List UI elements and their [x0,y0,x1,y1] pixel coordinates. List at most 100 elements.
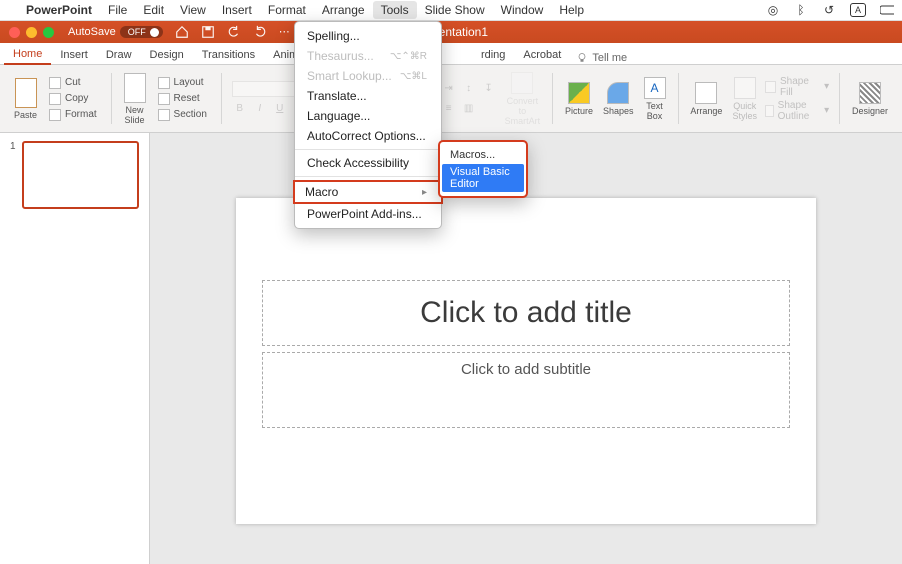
shapes-button[interactable]: Shapes [601,82,636,116]
menu-separator [295,176,441,177]
menu-language[interactable]: Language... [295,106,441,126]
picture-button[interactable]: Picture [563,82,595,116]
zoom-window-button[interactable] [43,27,54,38]
cut-button[interactable]: Cut [45,76,101,90]
format-painter-button[interactable]: Format [45,108,101,122]
title-placeholder[interactable]: Click to add title [262,280,790,346]
quick-styles-label: Quick Styles [732,101,757,121]
history-icon[interactable]: ↺ [822,3,836,17]
thumbnail-number: 1 [10,141,16,209]
arrange-button[interactable]: Arrange [688,82,724,116]
menubar-format[interactable]: Format [260,1,314,19]
new-slide-button[interactable]: New Slide [122,73,148,125]
shape-fill-button[interactable]: Shape Fill▾ [765,76,829,98]
menubar-view[interactable]: View [172,1,214,19]
menu-check-accessibility[interactable]: Check Accessibility [295,153,441,173]
slide[interactable]: Click to add title Click to add subtitle [236,198,816,524]
menubar-tools[interactable]: Tools [373,1,417,19]
menu-addins[interactable]: PowerPoint Add-ins... [295,204,441,224]
layout-icon [158,77,170,89]
menu-translate[interactable]: Translate... [295,86,441,106]
menubar-insert[interactable]: Insert [214,1,260,19]
tab-design[interactable]: Design [141,45,193,64]
textbox-button[interactable]: AText Box [642,77,668,121]
submenu-macros[interactable]: Macros... [440,146,526,164]
copy-button[interactable]: Copy [45,92,101,106]
tab-recording-partial[interactable]: rding [472,45,514,64]
line-spacing-button[interactable]: ↕ [461,81,477,97]
menu-thesaurus-shortcut: ⌥⌃⌘R [390,51,427,62]
home-icon[interactable] [175,25,189,39]
save-icon[interactable] [201,25,215,39]
menu-separator [295,149,441,150]
quick-styles-button[interactable]: Quick Styles [730,77,759,121]
menu-autocorrect[interactable]: AutoCorrect Options... [295,126,441,146]
menu-thesaurus-label: Thesaurus... [307,49,374,63]
battery-icon[interactable] [880,3,894,17]
menu-spelling-label: Spelling... [307,29,360,43]
more-icon[interactable]: ⋯ [279,25,293,39]
slide-thumbnails-pane[interactable]: 1 [0,133,150,564]
tab-insert[interactable]: Insert [51,45,97,64]
tab-home[interactable]: Home [4,44,51,65]
section-button[interactable]: Section [154,108,211,122]
bulb-icon [576,52,588,64]
minimize-window-button[interactable] [26,27,37,38]
text-direction-button[interactable]: ↧ [481,81,497,97]
reset-label: Reset [174,93,200,104]
traffic-lights [0,27,54,38]
clipboard-icon [15,78,37,108]
menubar-slideshow[interactable]: Slide Show [417,1,493,19]
bold-button[interactable]: B [232,101,248,117]
section-label: Section [174,109,207,120]
tab-draw[interactable]: Draw [97,45,141,64]
input-source-icon[interactable]: A [850,3,866,17]
undo-icon[interactable] [227,25,241,39]
submenu-vbe[interactable]: Visual Basic Editor [442,164,524,192]
menu-spelling[interactable]: Spelling... [295,26,441,46]
menubar-app[interactable]: PowerPoint [18,1,100,19]
reset-button[interactable]: Reset [154,92,211,106]
menubar-edit[interactable]: Edit [135,1,172,19]
shape-outline-button[interactable]: Shape Outline▾ [765,100,829,122]
designer-icon [859,82,881,104]
airdrop-icon[interactable]: ◎ [766,3,780,17]
new-slide-label: New Slide [125,105,145,125]
slide-canvas-area[interactable]: Click to add title Click to add subtitle [150,133,902,564]
thumbnail-preview[interactable] [22,141,139,209]
autosave-dot-icon [150,28,159,37]
justify-button[interactable]: ≡ [441,101,457,117]
thumbnail-item[interactable]: 1 [10,141,139,209]
shapes-icon [607,82,629,104]
menu-macro[interactable]: Macro▸ [293,180,443,204]
close-window-button[interactable] [9,27,20,38]
tell-me-search[interactable]: Tell me [576,52,627,64]
fill-icon [765,81,776,93]
menubar-window[interactable]: Window [493,1,552,19]
columns-button[interactable]: ▥ [461,101,477,117]
autosave-toggle[interactable]: AutoSave OFF [68,26,163,38]
arrange-label: Arrange [690,106,722,116]
subtitle-placeholder[interactable]: Click to add subtitle [262,352,790,428]
menubar-file[interactable]: File [100,1,135,19]
autosave-state: OFF [128,27,146,37]
menu-translate-label: Translate... [307,89,367,103]
tab-transitions[interactable]: Transitions [193,45,264,64]
textbox-label: Text Box [646,101,663,121]
convert-smartart-button[interactable]: Convert to SmartArt [503,72,543,126]
ribbon: Paste Cut Copy Format New Slide Layout R… [0,65,902,133]
italic-button[interactable]: I [252,101,268,117]
menu-addins-label: PowerPoint Add-ins... [307,207,422,221]
designer-button[interactable]: Designer [850,82,890,116]
underline-button[interactable]: U [272,101,288,117]
paste-button[interactable]: Paste [12,78,39,120]
tab-acrobat[interactable]: Acrobat [514,45,570,64]
macro-submenu: Macros... Visual Basic Editor [438,140,528,198]
bluetooth-icon[interactable]: ᛒ [794,3,808,17]
menubar-arrange[interactable]: Arrange [314,1,373,19]
section-icon [158,109,170,121]
layout-button[interactable]: Layout [154,76,211,90]
indent-inc-button[interactable]: ⇥ [441,81,457,97]
redo-icon[interactable] [253,25,267,39]
menubar-help[interactable]: Help [551,1,592,19]
